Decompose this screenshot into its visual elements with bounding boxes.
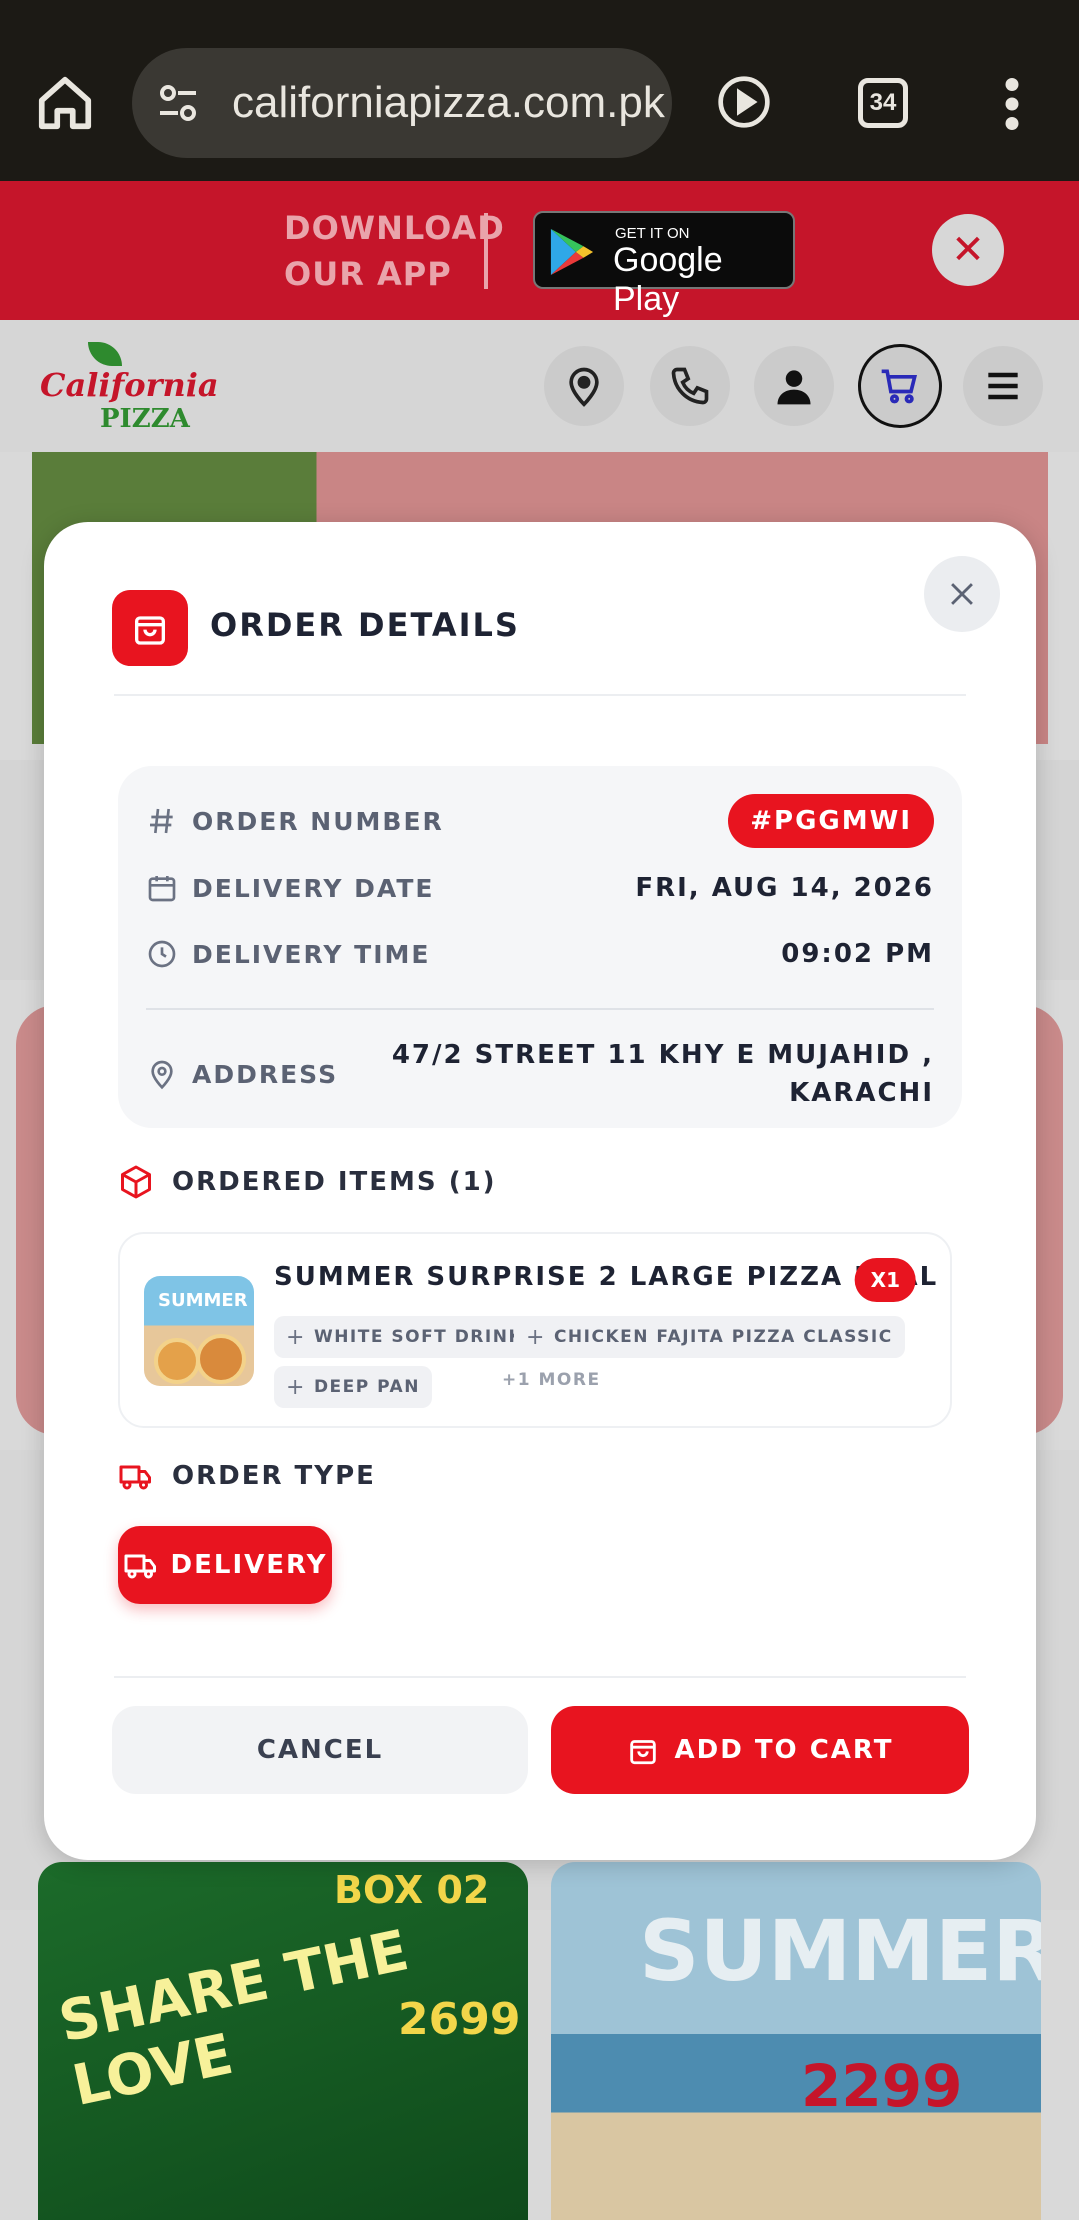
modal-title: ORDER DETAILS [210, 606, 520, 644]
play-icon[interactable] [716, 74, 772, 130]
home-icon[interactable] [34, 72, 96, 134]
close-banner-button[interactable]: ✕ [932, 214, 1004, 286]
info-divider [146, 1008, 934, 1010]
logo-leaf [88, 342, 122, 366]
deal-card-price: 2299 [801, 2052, 963, 2120]
address-row: ADDRESS 47/2 STREET 11 KHY E MUJAHID , K… [146, 1036, 934, 1112]
item-option-chip: + DEEP PAN [274, 1366, 432, 1408]
order-info-panel: ORDER NUMBER #PGGMWI DELIVERY DATE FRI, … [118, 766, 962, 1128]
tab-switcher-button[interactable]: 34 [858, 78, 908, 128]
logo-text-top: California [40, 366, 219, 404]
item-option-chip: + WHITE SOFT DRINK [274, 1316, 536, 1358]
divider [114, 694, 966, 696]
user-icon [777, 370, 811, 405]
delivery-type-button[interactable]: DELIVERY [118, 1526, 332, 1604]
app-download-banner: DOWNLOAD OUR APP GET IT ON Google Play ✕ [0, 181, 1079, 320]
address-value: 47/2 STREET 11 KHY E MUJAHID , KARACHI [392, 1036, 934, 1112]
delivery-time-row: DELIVERY TIME 09:02 PM [146, 938, 934, 970]
download-text: DOWNLOAD OUR APP [284, 205, 505, 297]
option-text: DEEP PAN [313, 1377, 420, 1397]
order-item-card: SUMMER SUMMER SURPRISE 2 LARGE PIZZA DEA… [118, 1232, 952, 1428]
plus-icon: + [286, 1324, 306, 1350]
menu-button[interactable] [963, 346, 1043, 426]
order-type-header: ORDER TYPE [118, 1458, 376, 1494]
order-bag-badge [112, 590, 188, 666]
browser-toolbar: californiapizza.com.pk 34 [0, 0, 1079, 181]
calendar-icon [148, 876, 176, 902]
more-options-link[interactable]: +1 MORE [502, 1370, 601, 1390]
delivery-type-label: DELIVERY [170, 1550, 328, 1580]
delivery-date-value: FRI, AUG 14, 2026 [635, 873, 934, 903]
california-pizza-logo[interactable]: California PIZZA [40, 342, 219, 436]
address-line-1: 47/2 STREET 11 KHY E MUJAHID , [391, 1040, 934, 1070]
add-to-cart-button[interactable]: ADD TO CART [551, 1706, 969, 1794]
deal-card-summer[interactable]: SUMMER 2299 [551, 1862, 1041, 2220]
logo-text-bottom: PIZZA [100, 404, 190, 434]
clock-icon [148, 940, 176, 968]
deal-card-title: BOX 02 [334, 1868, 490, 1912]
cart-icon [881, 369, 918, 404]
site-header: California PIZZA [0, 320, 1079, 452]
google-play-button[interactable]: GET IT ON Google Play [533, 211, 795, 318]
address-label: ADDRESS [192, 1059, 339, 1089]
phone-button[interactable] [650, 346, 730, 426]
download-line-1: DOWNLOAD [284, 209, 505, 247]
google-play-icon [550, 229, 594, 275]
url-text: californiapizza.com.pk [232, 78, 665, 127]
deal-card-box02[interactable]: SHARE THE LOVE BOX 02 2699 [38, 1862, 528, 2220]
cancel-button[interactable]: CANCEL [112, 1706, 528, 1794]
option-text: WHITE SOFT DRINK [313, 1327, 524, 1347]
ordered-items-header: ORDERED ITEMS (1) [118, 1164, 497, 1200]
deal-card-title: SUMMER [639, 1902, 1041, 2000]
account-button[interactable] [754, 346, 834, 426]
item-thumbnail: SUMMER [144, 1276, 254, 1386]
download-line-2: OUR APP [284, 255, 452, 293]
delivery-date-row: DELIVERY DATE FRI, AUG 14, 2026 [146, 872, 934, 904]
address-line-2: KARACHI [789, 1078, 934, 1108]
store-big-text: Google Play [613, 241, 723, 318]
delivery-date-label: DELIVERY DATE [192, 873, 435, 903]
order-number-row: ORDER NUMBER #PGGMWI [146, 794, 934, 848]
truck-icon [119, 1465, 151, 1490]
order-number-badge: #PGGMWI [728, 794, 934, 848]
location-pin-icon [151, 1060, 173, 1090]
site-settings-icon[interactable] [154, 79, 202, 127]
item-quantity-badge: X1 [854, 1258, 916, 1302]
delivery-time-label: DELIVERY TIME [192, 939, 431, 969]
deal-card-price: 2699 [398, 1994, 521, 2045]
pizza-graphic [196, 1334, 246, 1384]
hash-icon [150, 808, 173, 834]
thumbnail-text: SUMMER [158, 1290, 248, 1311]
item-name: SUMMER SURPRISE 2 LARGE PIZZA DEAL [274, 1262, 939, 1292]
pizza-graphic [154, 1338, 200, 1384]
option-text: CHICKEN FAJITA PIZZA CLASSIC [553, 1327, 893, 1347]
order-details-modal: ORDER DETAILS ORDER NUMBER #PGGMWI DELIV… [44, 522, 1036, 1860]
order-type-label: ORDER TYPE [172, 1461, 376, 1491]
box-icon [121, 1165, 151, 1199]
banner-divider [484, 213, 488, 289]
truck-icon [124, 1554, 156, 1579]
shopping-bag-icon [630, 1740, 657, 1765]
add-to-cart-label: ADD TO CART [674, 1735, 894, 1765]
ordered-items-label: ORDERED ITEMS (1) [172, 1167, 497, 1197]
divider [114, 1676, 966, 1678]
delivery-time-value: 09:02 PM [781, 939, 934, 969]
plus-icon: + [526, 1324, 546, 1350]
item-option-chip: + CHICKEN FAJITA PIZZA CLASSIC [514, 1316, 905, 1358]
phone-icon [671, 367, 709, 405]
more-menu-icon[interactable] [1002, 78, 1022, 130]
location-button[interactable] [544, 346, 624, 426]
shopping-bag-icon [135, 616, 165, 645]
store-small-text: GET IT ON [615, 225, 690, 242]
location-pin-icon [569, 367, 599, 407]
hamburger-icon [988, 372, 1018, 400]
close-modal-button[interactable] [924, 556, 1000, 632]
plus-icon: + [286, 1374, 306, 1400]
close-icon [951, 583, 973, 605]
tab-count: 34 [869, 89, 897, 116]
url-bar[interactable]: californiapizza.com.pk [132, 48, 672, 158]
order-number-label: ORDER NUMBER [192, 806, 444, 836]
cart-button[interactable] [858, 344, 942, 428]
